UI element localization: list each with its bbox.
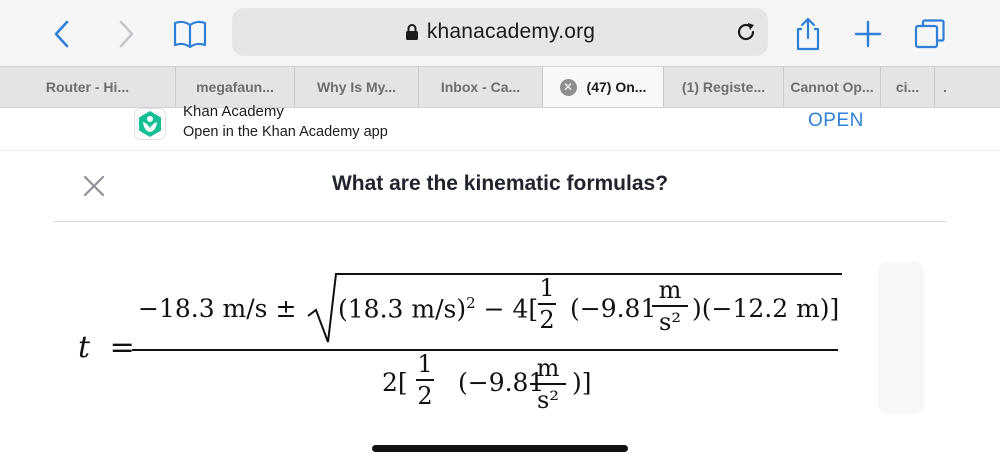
reload-icon[interactable] (734, 20, 758, 44)
share-icon (796, 17, 820, 51)
khan-logo-icon (139, 111, 161, 137)
chevron-right-icon (119, 20, 134, 48)
unit-numerator: m (658, 276, 682, 304)
radicand-first-term: (18.3 m/s)2 − 4[ (338, 294, 538, 323)
close-tab-icon[interactable]: ✕ (559, 78, 577, 96)
address-bar[interactable]: khanacademy.org (232, 8, 768, 56)
tab-label: Cannot Op... (790, 79, 874, 95)
variable-t: t (78, 330, 91, 365)
lock-icon (405, 24, 418, 40)
tab-label: (1) Registe... (681, 79, 766, 95)
fraction-numerator: 1 (539, 274, 555, 302)
numerator-leading-term: −18.3 m/s ± (138, 294, 297, 323)
unit-fraction: m s² (652, 278, 688, 334)
tab-label: ci... (895, 79, 920, 95)
tab-item[interactable]: Router - Hi... (0, 67, 176, 107)
share-button[interactable] (786, 12, 830, 56)
book-icon (173, 20, 207, 49)
exponent: 2 (466, 294, 476, 312)
back-button[interactable] (40, 12, 84, 56)
fraction-bar (652, 305, 688, 307)
plus-icon (854, 20, 882, 48)
browser-toolbar: khanacademy.org (0, 0, 1000, 66)
unit-denominator: s² (659, 308, 681, 336)
khan-academy-app-icon (134, 108, 166, 140)
minus-four-bracket: − 4[ (475, 294, 539, 324)
tab-item[interactable]: (1) Registe... (664, 67, 784, 107)
tab-item[interactable]: Why Is My... (295, 67, 419, 107)
tabs-overview-button[interactable] (908, 12, 952, 56)
app-banner: Khan Academy Open in the Khan Academy ap… (0, 103, 1000, 150)
tab-item-active[interactable]: ✕ (47) On... (543, 67, 664, 107)
denominator-prefix: 2[ (382, 368, 408, 397)
denominator-suffix: )] (572, 368, 592, 397)
app-name: Khan Academy (183, 103, 284, 120)
gravity-term: (−9.81 (570, 294, 657, 323)
forward-button[interactable] (104, 12, 148, 56)
tab-label: Router - Hi... (45, 79, 130, 95)
banner-divider (0, 150, 1000, 151)
chevron-left-icon (54, 20, 69, 48)
side-panel-shadow (878, 262, 924, 414)
main-fraction-bar (132, 349, 838, 351)
url-text: khanacademy.org (426, 20, 596, 43)
one-half-fraction: 1 2 (416, 352, 434, 408)
unit-fraction: m s² (530, 356, 566, 412)
page-title: What are the kinematic formulas? (331, 172, 669, 195)
tab-label: (47) On... (586, 79, 647, 95)
tab-item[interactable]: megafaun... (176, 67, 295, 107)
tab-item[interactable]: . (935, 67, 1000, 107)
home-indicator[interactable] (372, 445, 628, 452)
tab-label: . (943, 79, 947, 95)
fraction-denominator: 2 (539, 306, 555, 334)
unit-denominator: s² (537, 386, 559, 414)
title-divider (54, 221, 946, 222)
one-half-fraction: 1 2 (538, 276, 556, 332)
tab-item[interactable]: ci... (881, 67, 935, 107)
fraction-bar (538, 303, 556, 305)
equals-sign: = (109, 330, 135, 365)
tab-item[interactable]: Cannot Op... (784, 67, 881, 107)
velocity-squared-base: (18.3 m/s) (338, 294, 467, 324)
tab-label: megafaun... (196, 79, 274, 95)
fraction-bar (530, 383, 566, 385)
unit-numerator: m (536, 354, 560, 382)
fraction-denominator: 2 (417, 382, 433, 410)
open-app-button[interactable]: OPEN (808, 110, 864, 132)
tab-label: Inbox - Ca... (440, 79, 521, 95)
equation-lhs: t = (78, 330, 135, 365)
fraction-bar (416, 379, 434, 381)
new-tab-button[interactable] (846, 12, 890, 56)
fraction-numerator: 1 (417, 350, 433, 378)
app-banner-subtitle: Open in the Khan Academy app (183, 124, 388, 140)
tab-bar: Router - Hi... megafaun... Why Is My... … (0, 66, 1000, 108)
displacement-term: )(−12.2 m)] (692, 294, 840, 323)
tab-label: Why Is My... (316, 79, 397, 95)
tabs-icon (914, 19, 945, 49)
bookmarks-button[interactable] (168, 12, 212, 56)
tab-item[interactable]: Inbox - Ca... (419, 67, 543, 107)
